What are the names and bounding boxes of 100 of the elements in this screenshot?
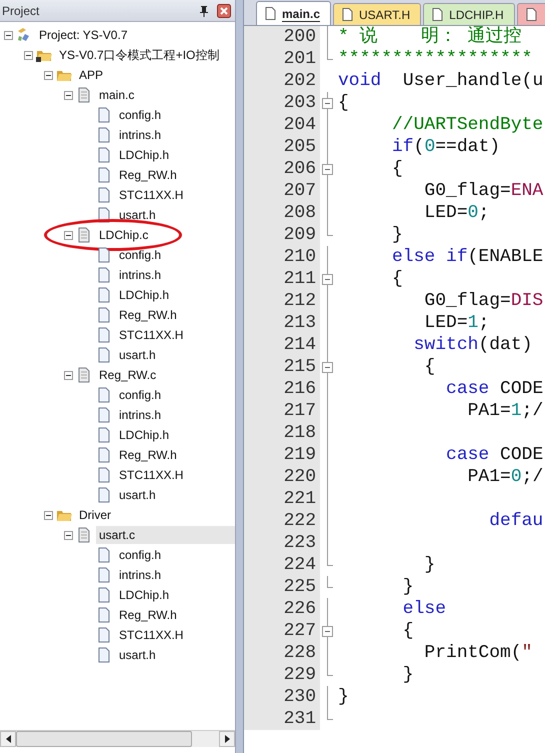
fold-toggle[interactable] — [322, 274, 333, 285]
code-line: else — [402, 598, 446, 620]
tree-item[interactable]: LDChip.h — [116, 586, 172, 604]
file-tab[interactable]: USART.H — [333, 3, 422, 25]
code-line: } — [391, 224, 403, 246]
collapse-toggle[interactable] — [64, 370, 73, 380]
tree-item[interactable]: Project: YS-V0.7 — [36, 26, 130, 44]
tree-item[interactable]: Reg_RW.h — [116, 446, 180, 464]
tree-item[interactable]: intrins.h — [116, 566, 164, 584]
code-line: PrintCom(" — [423, 642, 532, 664]
left-arrow-icon — [6, 735, 10, 743]
file-icon — [96, 127, 112, 143]
file-icon — [96, 167, 112, 183]
file-icon — [96, 467, 112, 483]
line-number: 224 — [244, 554, 320, 576]
line-number: 226 — [244, 598, 320, 620]
collapse-toggle[interactable] — [4, 30, 13, 40]
code-line: G0_flag=DIS — [423, 290, 544, 312]
tree-item[interactable]: usart.h — [116, 206, 159, 224]
file-tab[interactable]: main.c — [256, 1, 332, 25]
line-number: 220 — [244, 466, 320, 488]
tree-item[interactable]: STC11XX.H — [116, 626, 186, 644]
line-number: 202 — [244, 70, 320, 92]
scroll-right-button[interactable] — [219, 731, 235, 747]
collapse-toggle[interactable] — [24, 50, 33, 60]
tree-item[interactable]: STC11XX.H — [116, 466, 186, 484]
file-tab[interactable]: LDCHIP.H — [423, 3, 515, 25]
file-icon — [96, 447, 112, 463]
tree-item[interactable]: intrins.h — [116, 406, 164, 424]
tree-item[interactable]: LDChip.h — [116, 426, 172, 444]
code-line: { — [338, 92, 349, 114]
code-line: //UARTSendByte — [391, 114, 544, 136]
file-icon — [96, 327, 112, 343]
file-icon — [96, 647, 112, 663]
tree-item[interactable]: intrins.h — [116, 126, 164, 144]
tree-item[interactable]: Reg_RW.h — [116, 606, 180, 624]
line-number: 218 — [244, 422, 320, 444]
file-icon — [96, 567, 112, 583]
file-icon — [342, 8, 354, 21]
line-number: 228 — [244, 642, 320, 664]
file-icon — [265, 7, 276, 20]
tree-item[interactable]: APP — [76, 66, 106, 84]
line-number: 211 — [244, 268, 320, 290]
tree-item[interactable]: Reg_RW.h — [116, 166, 180, 184]
tree-item[interactable]: LDChip.h — [116, 146, 172, 164]
file-icon — [96, 547, 112, 563]
file-tab[interactable] — [516, 3, 545, 25]
file-icon — [96, 307, 112, 323]
tree-item[interactable]: YS-V0.7口令模式工程+IO控制 — [56, 46, 222, 64]
fold-toggle[interactable] — [322, 626, 333, 637]
collapse-toggle[interactable] — [64, 530, 73, 540]
fold-toggle[interactable] — [322, 362, 333, 373]
pin-icon[interactable] — [199, 4, 209, 16]
source-file-icon — [76, 87, 92, 103]
line-number: 207 — [244, 180, 320, 202]
right-arrow-icon — [224, 735, 230, 743]
line-number: 205 — [244, 136, 320, 158]
block-end-marker — [327, 576, 333, 588]
tree-item[interactable]: STC11XX.H — [116, 186, 186, 204]
tree-item[interactable]: main.c — [96, 86, 138, 104]
file-icon — [96, 247, 112, 263]
line-number: 222 — [244, 510, 320, 532]
tree-item[interactable]: config.h — [116, 386, 164, 404]
tree-item[interactable]: config.h — [116, 546, 164, 564]
tree-item[interactable]: STC11XX.H — [116, 326, 186, 344]
line-number: 217 — [244, 400, 320, 422]
file-icon — [96, 287, 112, 303]
scrollbar-thumb[interactable] — [16, 731, 192, 747]
tree-item[interactable]: usart.c — [96, 526, 235, 544]
collapse-toggle[interactable] — [64, 230, 73, 240]
code-line: else if(ENABLE — [391, 246, 544, 268]
code-line: LED=1; — [423, 312, 490, 334]
scroll-left-button[interactable] — [0, 731, 16, 747]
collapse-toggle[interactable] — [44, 510, 53, 520]
close-icon[interactable] — [217, 4, 231, 18]
file-icon — [96, 487, 112, 503]
line-number: 203 — [244, 92, 320, 114]
tree-item[interactable]: LDChip.h — [116, 286, 172, 304]
fold-toggle[interactable] — [322, 98, 333, 109]
line-number: 231 — [244, 708, 320, 730]
collapse-toggle[interactable] — [44, 70, 53, 80]
tree-item[interactable]: usart.h — [116, 646, 159, 664]
tree-item[interactable]: config.h — [116, 106, 164, 124]
tree-item[interactable]: Reg_RW.c — [96, 366, 160, 384]
tree-item[interactable]: config.h — [116, 246, 164, 264]
tree-item[interactable]: Reg_RW.h — [116, 306, 180, 324]
tree-item[interactable]: usart.h — [116, 346, 159, 364]
fold-toggle[interactable] — [322, 164, 333, 175]
line-number: 206 — [244, 158, 320, 180]
source-file-icon — [76, 367, 92, 383]
tree-item[interactable]: intrins.h — [116, 266, 164, 284]
file-icon — [96, 407, 112, 423]
line-number: 214 — [244, 334, 320, 356]
tree-item[interactable]: usart.h — [116, 486, 159, 504]
file-icon — [96, 627, 112, 643]
tree-item[interactable]: Driver — [76, 506, 114, 524]
collapse-toggle[interactable] — [64, 90, 73, 100]
code-line: { — [423, 356, 436, 378]
file-icon — [96, 147, 112, 163]
tree-item[interactable]: LDChip.c — [96, 226, 152, 244]
